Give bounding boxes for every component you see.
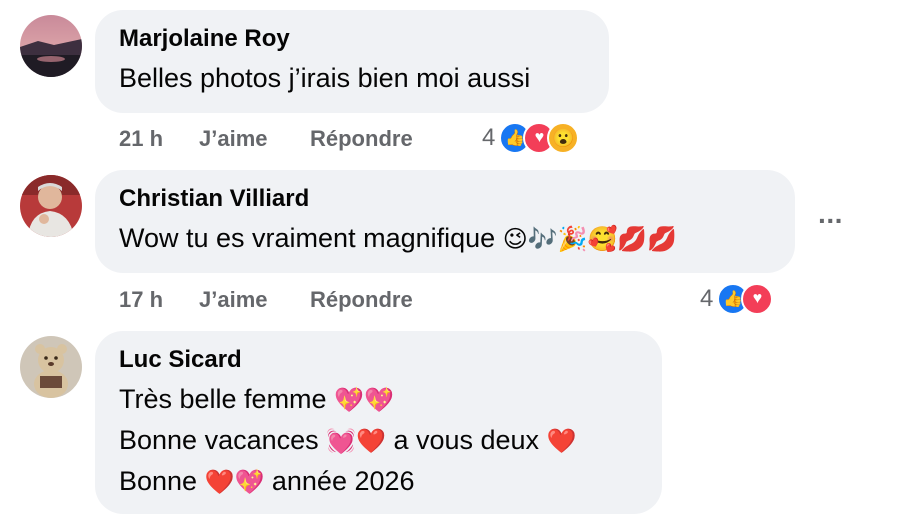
emoji-group: 💓❤️ xyxy=(326,427,386,455)
avatar[interactable] xyxy=(20,336,82,398)
reaction-summary[interactable]: 4 👍 ♥ 😮 xyxy=(482,121,580,155)
comment-text-body: Wow tu es vraiment magnifique xyxy=(119,223,496,253)
comment-author[interactable]: Christian Villiard xyxy=(119,184,771,214)
reaction-summary[interactable]: 4 👍 ♥ xyxy=(700,282,774,316)
wow-icon: 😮 xyxy=(547,122,580,154)
comment-author[interactable]: Luc Sicard xyxy=(119,345,638,375)
comment-text-body: Bonne vacances xyxy=(119,425,319,455)
love-icon: ♥ xyxy=(741,283,774,315)
comment-text: Wow tu es vraiment magnifique 😉🎶🎉🥰💋💋 xyxy=(119,218,771,259)
comment-bubble: Marjolaine Roy Belles photos j’irais bie… xyxy=(95,10,609,113)
comment-time[interactable]: 17 h xyxy=(119,285,163,315)
like-button[interactable]: J’aime xyxy=(199,124,268,154)
comment-text: Belles photos j’irais bien moi aussi xyxy=(119,63,531,93)
comment-bubble: Christian Villiard Wow tu es vraiment ma… xyxy=(95,170,795,273)
more-options-icon[interactable]: ··· xyxy=(818,205,844,237)
reply-button[interactable]: Répondre xyxy=(310,124,413,154)
comment-author[interactable]: Marjolaine Roy xyxy=(119,24,585,54)
comment-text-body: année 2026 xyxy=(271,466,415,496)
avatar[interactable] xyxy=(20,175,82,237)
comment-text: Bonne vacances 💓❤️ a vous deux ❤️ xyxy=(119,420,638,461)
reaction-count: 4 xyxy=(700,285,714,312)
like-button[interactable]: J’aime xyxy=(199,285,268,315)
comment-text: Bonne ❤️💖 année 2026 xyxy=(119,461,638,502)
comment-bubble: Luc Sicard Très belle femme 💖💖 Bonne vac… xyxy=(95,331,662,514)
emoji-group: 💖💖 xyxy=(334,386,394,414)
emoji-group: 😉🎶🎉🥰💋💋 xyxy=(502,225,678,253)
reaction-count: 4 xyxy=(482,124,496,151)
reply-button[interactable]: Répondre xyxy=(310,285,413,315)
emoji-group: ❤️💖 xyxy=(204,468,265,496)
comment-text-body: Bonne xyxy=(119,466,198,496)
comment-time[interactable]: 21 h xyxy=(119,124,163,154)
comment-text: Très belle femme 💖💖 xyxy=(119,379,638,420)
avatar[interactable] xyxy=(20,15,82,77)
comment-text-body: a vous deux xyxy=(393,425,540,455)
comment-text-body: Très belle femme xyxy=(119,384,327,414)
emoji-group: ❤️ xyxy=(546,427,577,455)
